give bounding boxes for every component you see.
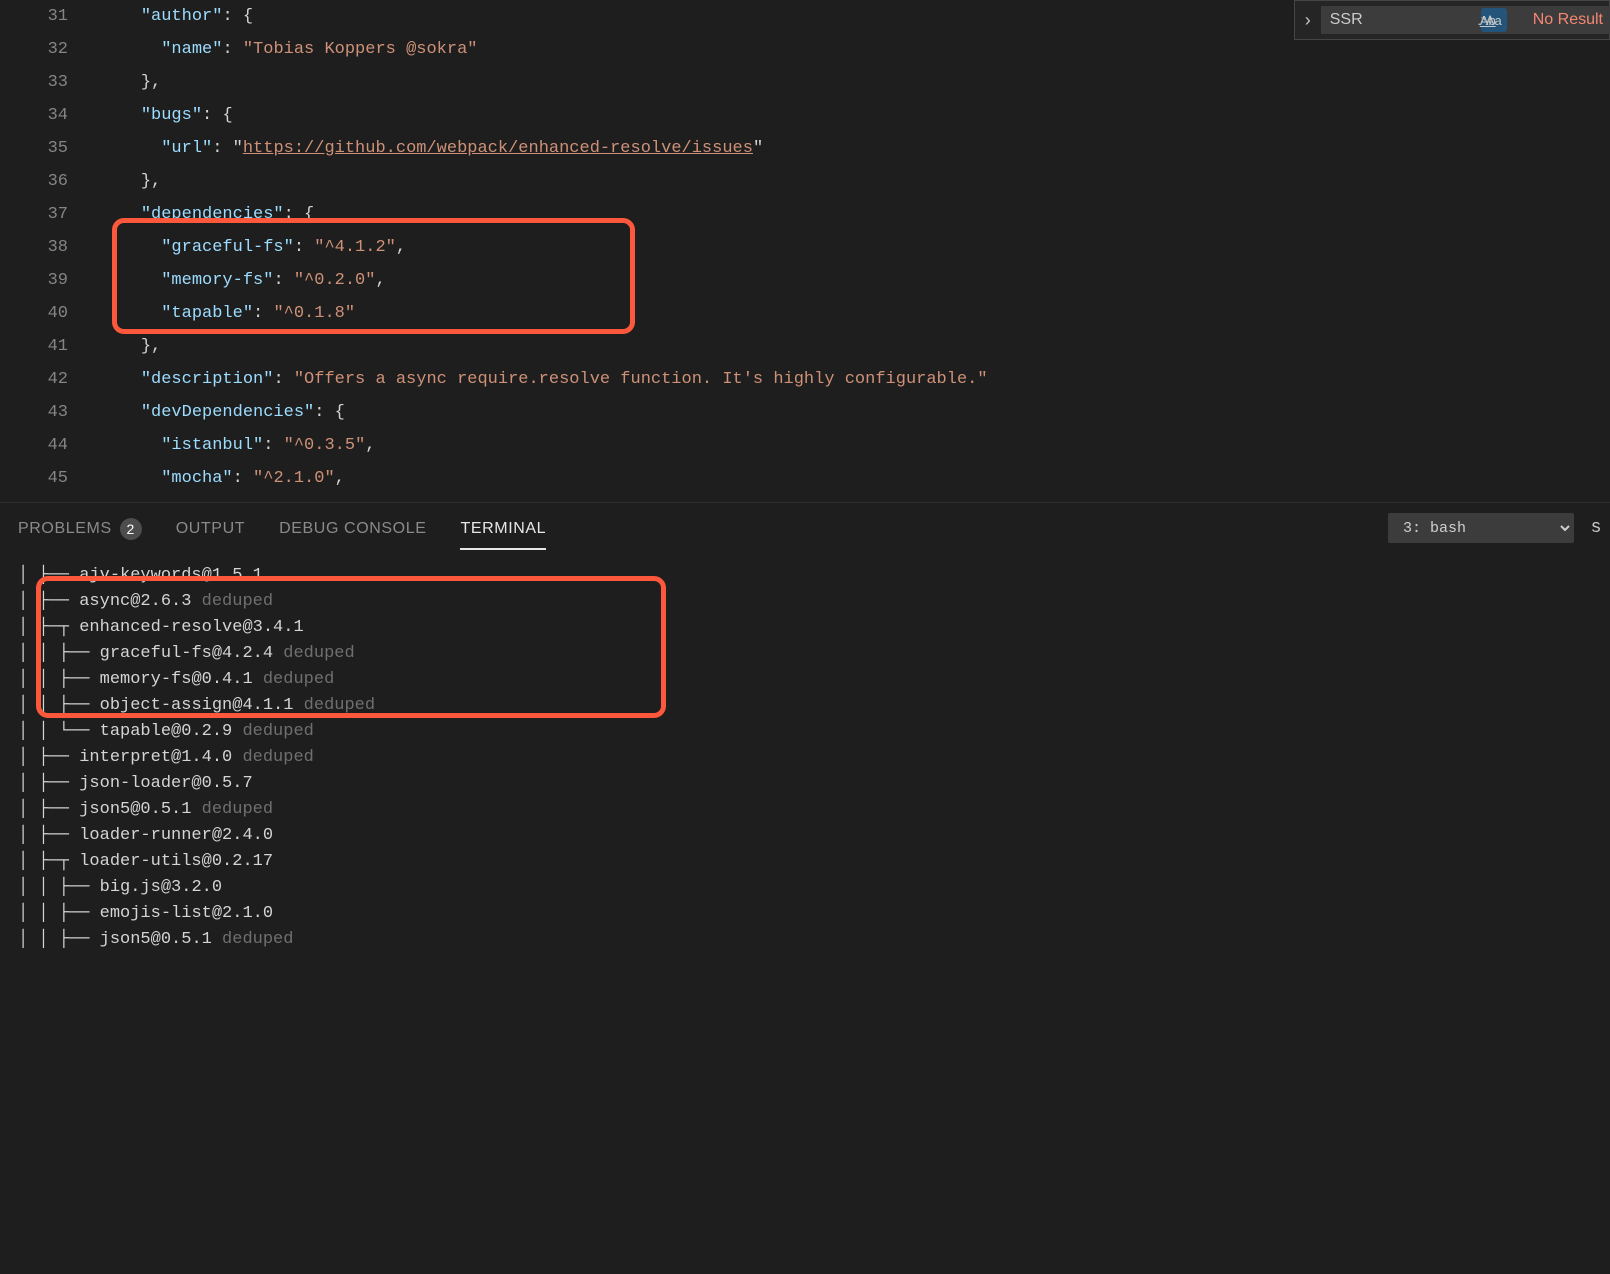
line-number: 39 bbox=[0, 264, 100, 297]
terminal-line: │ ├── ajv-keywords@1.5.1 bbox=[18, 563, 1592, 589]
panel-tab-debug-console[interactable]: DEBUG CONSOLE bbox=[279, 510, 426, 550]
find-toggle-replace[interactable]: › bbox=[1299, 10, 1317, 31]
terminal-output[interactable]: │ ├── ajv-keywords@1.5.1│ ├── async@2.6.… bbox=[0, 557, 1610, 959]
code-line[interactable]: 42 "description": "Offers a async requir… bbox=[0, 363, 1610, 396]
code-line[interactable]: 43 "devDependencies": { bbox=[0, 396, 1610, 429]
line-number: 41 bbox=[0, 330, 100, 363]
panel-tab-terminal[interactable]: TERMINAL bbox=[460, 510, 546, 550]
code-line[interactable]: 44 "istanbul": "^0.3.5", bbox=[0, 429, 1610, 462]
code-content[interactable]: "memory-fs": "^0.2.0", bbox=[100, 264, 386, 297]
code-content[interactable]: "author": { bbox=[100, 0, 253, 33]
line-number: 37 bbox=[0, 198, 100, 231]
line-number: 35 bbox=[0, 132, 100, 165]
code-content[interactable]: "url": "https://github.com/webpack/enhan… bbox=[100, 132, 763, 165]
code-content[interactable]: "description": "Offers a async require.r… bbox=[100, 363, 988, 396]
find-widget: › Aa Ab .* No Result bbox=[1294, 0, 1610, 40]
code-content[interactable]: "istanbul": "^0.3.5", bbox=[100, 429, 375, 462]
line-number: 42 bbox=[0, 363, 100, 396]
split-terminal-icon[interactable]: s bbox=[1582, 514, 1610, 542]
terminal-line: │ ├─┬ enhanced-resolve@3.4.1 bbox=[18, 615, 1592, 641]
code-content[interactable]: "devDependencies": { bbox=[100, 396, 345, 429]
code-content[interactable]: "mocha": "^2.1.0", bbox=[100, 462, 345, 495]
code-line[interactable]: 39 "memory-fs": "^0.2.0", bbox=[0, 264, 1610, 297]
line-number: 36 bbox=[0, 165, 100, 198]
terminal-line: │ │ ├── emojis-list@2.1.0 bbox=[18, 901, 1592, 927]
code-line[interactable]: 33 }, bbox=[0, 66, 1610, 99]
find-regex[interactable]: .* bbox=[1469, 8, 1495, 32]
panel-tab-problems[interactable]: PROBLEMS 2 bbox=[18, 508, 142, 552]
code-content[interactable]: }, bbox=[100, 66, 161, 99]
code-line[interactable]: 37 "dependencies": { bbox=[0, 198, 1610, 231]
bottom-panel: PROBLEMS 2 OUTPUT DEBUG CONSOLE TERMINAL… bbox=[0, 502, 1610, 1274]
code-line[interactable]: 35 "url": "https://github.com/webpack/en… bbox=[0, 132, 1610, 165]
code-line[interactable]: 36 }, bbox=[0, 165, 1610, 198]
code-content[interactable]: }, bbox=[100, 165, 161, 198]
terminal-select[interactable]: 3: bash bbox=[1388, 513, 1574, 543]
line-number: 32 bbox=[0, 33, 100, 66]
terminal-line: │ │ ├── big.js@3.2.0 bbox=[18, 875, 1592, 901]
line-number: 33 bbox=[0, 66, 100, 99]
code-line[interactable]: 45 "mocha": "^2.1.0", bbox=[0, 462, 1610, 495]
code-content[interactable]: }, bbox=[100, 330, 161, 363]
terminal-line: │ ├── json5@0.5.1 deduped bbox=[18, 797, 1592, 823]
line-number: 43 bbox=[0, 396, 100, 429]
terminal-line: │ │ ├── json5@0.5.1 deduped bbox=[18, 927, 1592, 953]
terminal-line: │ │ └── tapable@0.2.9 deduped bbox=[18, 719, 1592, 745]
code-content[interactable]: "graceful-fs": "^4.1.2", bbox=[100, 231, 406, 264]
panel-tab-output[interactable]: OUTPUT bbox=[176, 510, 245, 550]
line-number: 38 bbox=[0, 231, 100, 264]
terminal-line: │ ├── loader-runner@2.4.0 bbox=[18, 823, 1592, 849]
panel-tabs: PROBLEMS 2 OUTPUT DEBUG CONSOLE TERMINAL bbox=[0, 503, 1610, 557]
code-content[interactable]: "tapable": "^0.1.8" bbox=[100, 297, 355, 330]
code-line[interactable]: 38 "graceful-fs": "^4.1.2", bbox=[0, 231, 1610, 264]
code-line[interactable]: 40 "tapable": "^0.1.8" bbox=[0, 297, 1610, 330]
terminal-line: │ │ ├── graceful-fs@4.2.4 deduped bbox=[18, 641, 1592, 667]
line-number: 44 bbox=[0, 429, 100, 462]
terminal-line: │ ├── json-loader@0.5.7 bbox=[18, 771, 1592, 797]
terminal-line: │ ├─┬ loader-utils@0.2.17 bbox=[18, 849, 1592, 875]
terminal-line: │ ├── interpret@1.4.0 deduped bbox=[18, 745, 1592, 771]
code-content[interactable]: "dependencies": { bbox=[100, 198, 314, 231]
line-number: 31 bbox=[0, 0, 100, 33]
line-number: 34 bbox=[0, 99, 100, 132]
panel-tab-label: PROBLEMS bbox=[18, 520, 112, 538]
code-content[interactable]: "bugs": { bbox=[100, 99, 233, 132]
terminal-line: │ ├── async@2.6.3 deduped bbox=[18, 589, 1592, 615]
code-content[interactable]: "name": "Tobias Koppers @sokra" bbox=[100, 33, 477, 66]
editor-pane[interactable]: 31 "author": {32 "name": "Tobias Koppers… bbox=[0, 0, 1610, 502]
line-number: 45 bbox=[0, 462, 100, 495]
line-number: 40 bbox=[0, 297, 100, 330]
code-line[interactable]: 41 }, bbox=[0, 330, 1610, 363]
problems-count-badge: 2 bbox=[120, 518, 142, 540]
code-line[interactable]: 34 "bugs": { bbox=[0, 99, 1610, 132]
terminal-line: │ │ ├── object-assign@4.1.1 deduped bbox=[18, 693, 1592, 719]
find-results-text: No Result bbox=[1533, 11, 1603, 29]
terminal-line: │ │ ├── memory-fs@0.4.1 deduped bbox=[18, 667, 1592, 693]
